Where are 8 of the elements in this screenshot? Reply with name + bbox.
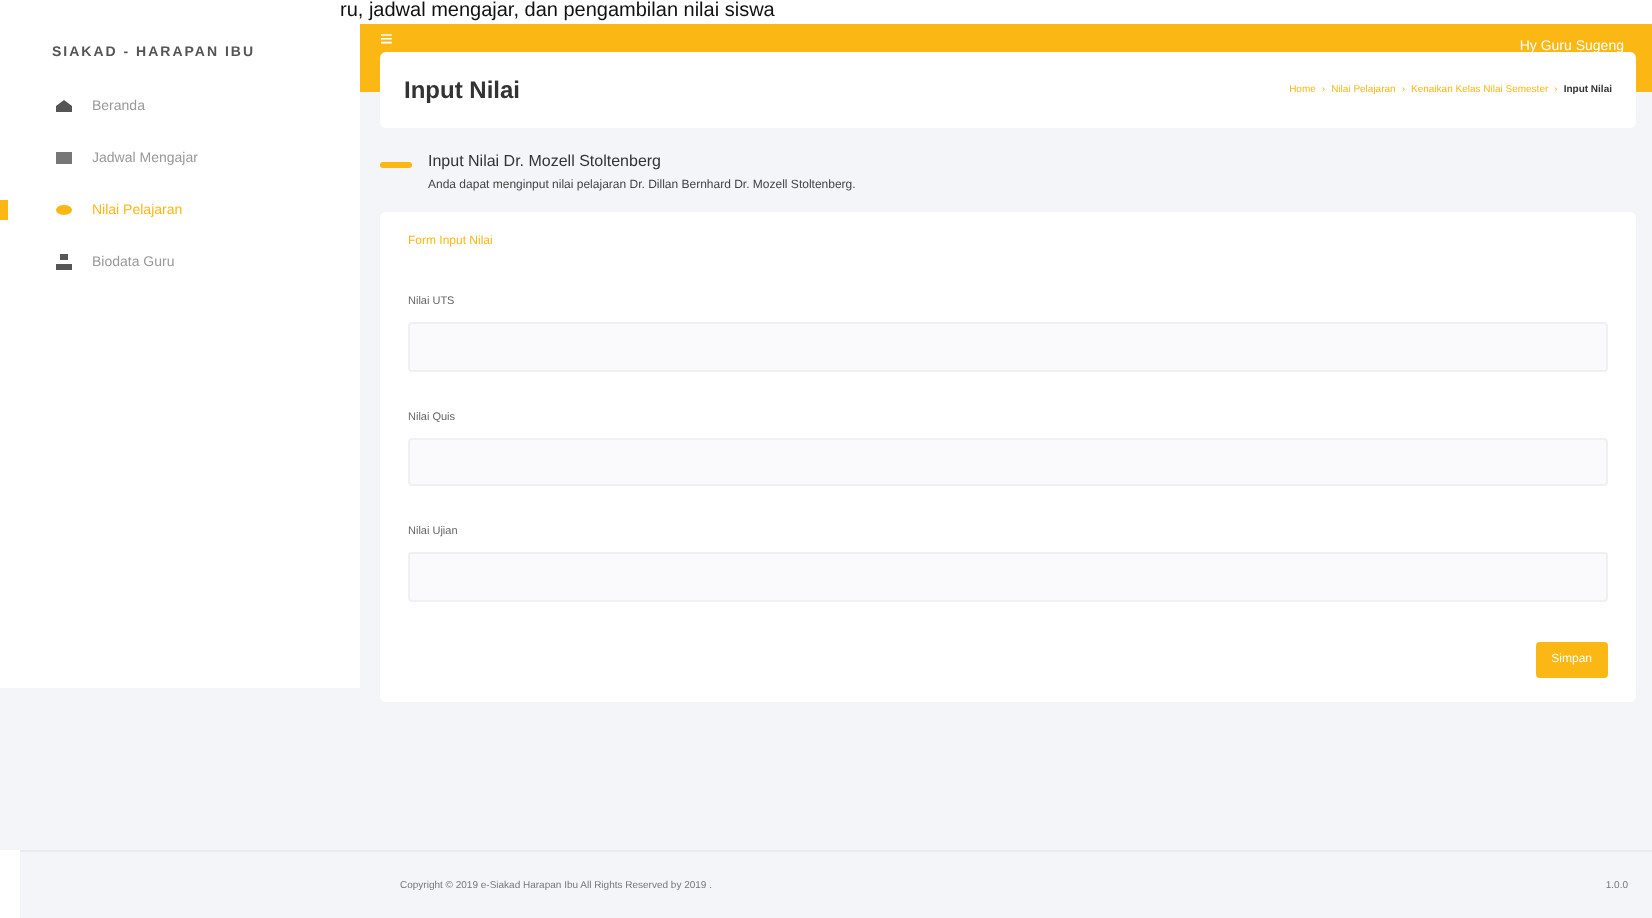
dot-icon [56, 202, 72, 218]
home-icon [56, 98, 72, 114]
accent-bar [380, 162, 412, 168]
user-icon [56, 254, 72, 270]
page-title: Input Nilai [404, 76, 520, 104]
section-title: Input Nilai Dr. Mozell Stoltenberg [428, 152, 663, 170]
menu-button[interactable]: ≡ [380, 28, 393, 52]
document-caption: ru, jadwal mengajar, dan pengambilan nilai siswa [340, 0, 777, 24]
